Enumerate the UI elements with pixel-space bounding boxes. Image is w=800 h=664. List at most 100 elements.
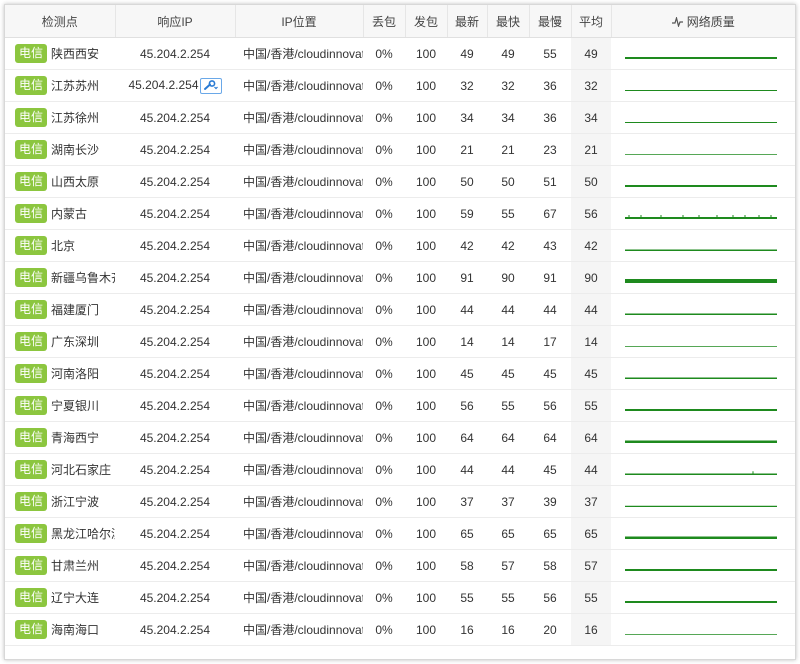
latest-cell: 91 bbox=[447, 261, 487, 294]
loss-cell: 0% bbox=[363, 133, 405, 166]
loss-cell: 0% bbox=[363, 229, 405, 262]
header-node[interactable]: 检测点 bbox=[5, 5, 116, 38]
slowest-cell: 64 bbox=[529, 421, 571, 454]
slowest-cell: 65 bbox=[529, 517, 571, 550]
location-cell: 中国/香港/cloudinnovati bbox=[235, 229, 363, 262]
location-cell: 中国/香港/cloudinnovati bbox=[235, 485, 363, 518]
table-row[interactable]: 电信 辽宁大连 45.204.2.254 中国/香港/cloudinnovati … bbox=[5, 581, 795, 614]
table-row[interactable]: 电信 湖南长沙 45.204.2.254 中国/香港/cloudinnovati … bbox=[5, 133, 795, 166]
table-row[interactable]: 电信 河北石家庄 45.204.2.254 中国/香港/cloudinnovati… bbox=[5, 453, 795, 486]
loss-cell: 0% bbox=[363, 101, 405, 134]
loss-cell: 0% bbox=[363, 421, 405, 454]
header-loss[interactable]: 丢包 bbox=[363, 5, 406, 38]
header-fastest[interactable]: 最快 bbox=[487, 5, 530, 38]
slowest-cell: 43 bbox=[529, 229, 571, 262]
header-quality[interactable]: 网络质量 bbox=[611, 5, 795, 38]
loss-cell: 0% bbox=[363, 613, 405, 646]
quality-cell bbox=[611, 229, 795, 262]
node-name: 陕西西安 bbox=[51, 47, 100, 61]
fastest-cell: 42 bbox=[487, 229, 529, 262]
header-latest[interactable]: 最新 bbox=[447, 5, 488, 38]
table-row[interactable]: 电信黑龙江哈尔滨 45.204.2.254 中国/香港/cloudinnovat… bbox=[5, 517, 795, 550]
table-row[interactable]: 电信 陕西西安 45.204.2.254 中国/香港/cloudinnovati … bbox=[5, 37, 795, 70]
node-name: 江苏徐州 bbox=[51, 111, 100, 125]
table-row[interactable]: 电信 内蒙古 45.204.2.254 中国/香港/cloudinnovati 0… bbox=[5, 197, 795, 230]
average-cell: 90 bbox=[571, 261, 611, 294]
ip-cell: 45.204.2.254 bbox=[115, 197, 235, 230]
quality-sparkline bbox=[625, 184, 777, 187]
average-cell: 42 bbox=[571, 229, 611, 262]
node-name: 广东深圳 bbox=[51, 335, 100, 349]
quality-sparkline bbox=[625, 153, 777, 155]
ping-results-table: 检测点 响应IP IP位置 丢包 发包 最新 最快 最慢 平均 网络质量 电信陕… bbox=[5, 5, 795, 646]
fastest-cell: 90 bbox=[487, 261, 529, 294]
table-row[interactable]: 电信 福建厦门 45.204.2.254 中国/香港/cloudinnovati … bbox=[5, 293, 795, 326]
fastest-cell: 14 bbox=[487, 325, 529, 358]
node-cell: 电信 湖南长沙 bbox=[5, 133, 115, 166]
ip-value: 45.204.2.254 bbox=[139, 590, 211, 605]
table-row[interactable]: 电信 江苏徐州 45.204.2.254 中国/香港/cloudinnovati … bbox=[5, 101, 795, 134]
table-row[interactable]: 电信 河南洛阳 45.204.2.254 中国/香港/cloudinnovati … bbox=[5, 357, 795, 390]
location-cell: 中国/香港/cloudinnovati bbox=[235, 69, 363, 102]
isp-badge: 电信 bbox=[15, 108, 48, 127]
ip-value: 45.204.2.254 bbox=[139, 526, 211, 541]
isp-badge: 电信 bbox=[15, 556, 48, 575]
loss-cell: 0% bbox=[363, 517, 405, 550]
slowest-cell: 36 bbox=[529, 69, 571, 102]
table-row[interactable]: 电信 山西太原 45.204.2.254 中国/香港/cloudinnovati … bbox=[5, 165, 795, 198]
node-cell: 电信 广东深圳 bbox=[5, 325, 115, 358]
latest-cell: 56 bbox=[447, 389, 487, 422]
fastest-cell: 37 bbox=[487, 485, 529, 518]
table-row[interactable]: 电信 海南海口 45.204.2.254 中国/香港/cloudinnovati … bbox=[5, 613, 795, 646]
table-row[interactable]: 电信 江苏苏州 45.204.2.254 中国/香港/cloudinnovati … bbox=[5, 69, 795, 102]
slowest-cell: 17 bbox=[529, 325, 571, 358]
wrench-icon[interactable] bbox=[199, 77, 222, 94]
table-row[interactable]: 电信 甘肃兰州 45.204.2.254 中国/香港/cloudinnovati … bbox=[5, 549, 795, 582]
node-cell: 电信 甘肃兰州 bbox=[5, 549, 115, 582]
ip-cell: 45.204.2.254 bbox=[115, 485, 235, 518]
ip-value: 45.204.2.254 bbox=[139, 46, 211, 61]
location-cell: 中国/香港/cloudinnovati bbox=[235, 613, 363, 646]
node-name: 内蒙古 bbox=[51, 207, 88, 221]
header-location[interactable]: IP位置 bbox=[235, 5, 364, 38]
table-row[interactable]: 电信 北京 45.204.2.254 中国/香港/cloudinnovati 0%… bbox=[5, 229, 795, 262]
isp-badge: 电信 bbox=[15, 300, 48, 319]
slowest-cell: 56 bbox=[529, 389, 571, 422]
header-average[interactable]: 平均 bbox=[571, 5, 612, 38]
ip-cell: 45.204.2.254 bbox=[115, 389, 235, 422]
ip-value: 45.204.2.254 bbox=[139, 206, 211, 221]
node-name: 青海西宁 bbox=[51, 431, 100, 445]
quality-cell bbox=[611, 261, 795, 294]
average-cell: 50 bbox=[571, 165, 611, 198]
node-cell: 电信 宁夏银川 bbox=[5, 389, 115, 422]
ip-value: 45.204.2.254 bbox=[139, 398, 211, 413]
table-row[interactable]: 电信 浙江宁波 45.204.2.254 中国/香港/cloudinnovati … bbox=[5, 485, 795, 518]
quality-sparkline bbox=[625, 89, 777, 91]
ip-value: 45.204.2.254 bbox=[139, 238, 211, 253]
loss-cell: 0% bbox=[363, 357, 405, 390]
average-cell: 45 bbox=[571, 357, 611, 390]
loss-cell: 0% bbox=[363, 293, 405, 326]
quality-sparkline bbox=[625, 536, 777, 539]
slowest-cell: 58 bbox=[529, 549, 571, 582]
latest-cell: 65 bbox=[447, 517, 487, 550]
table-row[interactable]: 电信 广东深圳 45.204.2.254 中国/香港/cloudinnovati … bbox=[5, 325, 795, 358]
table-row[interactable]: 电信新疆乌鲁木齐 45.204.2.254 中国/香港/cloudinnovat… bbox=[5, 261, 795, 294]
node-name: 河北石家庄 bbox=[51, 463, 112, 477]
sent-cell: 100 bbox=[405, 549, 447, 582]
node-name: 黑龙江哈尔滨 bbox=[51, 527, 115, 541]
header-sent[interactable]: 发包 bbox=[405, 5, 448, 38]
table-row[interactable]: 电信 青海西宁 45.204.2.254 中国/香港/cloudinnovati … bbox=[5, 421, 795, 454]
loss-cell: 0% bbox=[363, 37, 405, 70]
isp-badge: 电信 bbox=[15, 492, 48, 511]
node-name: 福建厦门 bbox=[51, 303, 100, 317]
ip-value: 45.204.2.254 bbox=[139, 174, 211, 189]
table-row[interactable]: 电信 宁夏银川 45.204.2.254 中国/香港/cloudinnovati … bbox=[5, 389, 795, 422]
header-ip[interactable]: 响应IP bbox=[115, 5, 236, 38]
fastest-cell: 34 bbox=[487, 101, 529, 134]
header-slowest[interactable]: 最慢 bbox=[529, 5, 572, 38]
sent-cell: 100 bbox=[405, 485, 447, 518]
average-cell: 44 bbox=[571, 293, 611, 326]
node-cell: 电信黑龙江哈尔滨 bbox=[5, 517, 115, 550]
ip-cell: 45.204.2.254 bbox=[115, 133, 235, 166]
